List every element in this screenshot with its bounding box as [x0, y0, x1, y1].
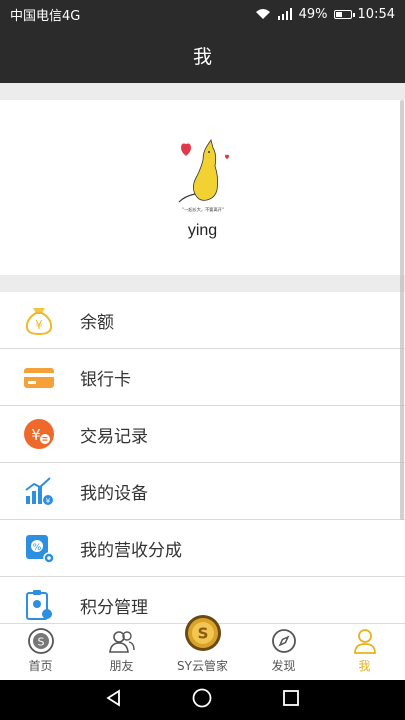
- back-icon[interactable]: [104, 688, 124, 712]
- sy-coin-icon: S: [184, 615, 221, 651]
- tab-bar: S 首页 朋友 S SY云管家 发现 我: [0, 615, 405, 680]
- home-circle-icon[interactable]: [191, 687, 213, 713]
- svg-text:%: %: [33, 543, 42, 553]
- avatar[interactable]: "一起长大，不要离开": [171, 138, 235, 216]
- menu-item-balance[interactable]: ¥ 余额: [0, 292, 405, 349]
- money-bag-icon: ¥: [22, 303, 56, 337]
- signal-icon: [277, 8, 293, 20]
- status-icons: 49% 10:54: [255, 7, 395, 22]
- svg-text:S: S: [197, 625, 208, 643]
- menu-item-bank-card[interactable]: 银行卡: [0, 349, 405, 406]
- tab-me[interactable]: 我: [324, 624, 405, 680]
- menu-item-label: 我的营收分成: [80, 540, 182, 561]
- system-nav-bar: [0, 680, 405, 720]
- separator: [0, 275, 405, 292]
- friends-icon: [108, 627, 136, 655]
- profile-icon: [351, 627, 379, 655]
- svg-text:¥: ¥: [35, 318, 43, 332]
- svg-text:S: S: [37, 636, 44, 649]
- menu-item-label: 余额: [80, 312, 114, 333]
- page-header: 我: [0, 28, 405, 83]
- tab-discover[interactable]: 发现: [243, 624, 324, 680]
- clock: 10:54: [357, 6, 395, 22]
- scrollbar[interactable]: [400, 100, 404, 520]
- menu-item-label: 交易记录: [80, 426, 148, 447]
- menu-item-transactions[interactable]: ¥ 交易记录: [0, 406, 405, 463]
- username: ying: [187, 222, 218, 239]
- transaction-record-icon: ¥: [22, 417, 56, 451]
- tab-label: SY云管家: [177, 659, 228, 673]
- profile-card[interactable]: "一起长大，不要离开" ying: [0, 100, 405, 275]
- revenue-share-icon: %: [22, 531, 56, 565]
- battery-percent: 49%: [298, 6, 328, 22]
- svg-text:¥: ¥: [31, 426, 41, 444]
- status-bar: 中国电信4G 49% 10:54: [0, 0, 405, 28]
- compass-icon: [270, 627, 298, 655]
- home-s-icon: S: [27, 627, 55, 655]
- wifi-icon: [255, 8, 271, 20]
- tab-label: 朋友: [109, 659, 134, 673]
- tab-sy-cloud[interactable]: S SY云管家: [162, 615, 243, 680]
- menu-item-revenue-share[interactable]: % 我的营收分成: [0, 520, 405, 577]
- tab-label: 首页: [28, 659, 53, 673]
- menu-item-label: 我的设备: [80, 483, 148, 504]
- tab-friends[interactable]: 朋友: [81, 624, 162, 680]
- menu-list: ¥ 余额 银行卡 ¥ 交易记录 ¥ 我的设备 % 我的营收分成 积分管理: [0, 292, 405, 623]
- tab-home[interactable]: S 首页: [0, 624, 81, 680]
- menu-item-label: 积分管理: [80, 597, 148, 618]
- separator: [0, 83, 405, 100]
- menu-item-my-devices[interactable]: ¥ 我的设备: [0, 463, 405, 520]
- page-title: 我: [192, 46, 212, 68]
- carrier-label: 中国电信4G: [10, 8, 81, 24]
- avatar-caption: "一起长大，不要离开": [182, 206, 224, 213]
- device-chart-icon: ¥: [22, 474, 56, 508]
- menu-item-label: 银行卡: [80, 369, 131, 390]
- points-icon: [22, 588, 56, 622]
- svg-text:¥: ¥: [46, 497, 51, 505]
- tab-label: 我: [358, 659, 371, 673]
- bank-card-icon: [22, 360, 56, 394]
- recents-square-icon[interactable]: [281, 688, 301, 712]
- tab-label: 发现: [271, 659, 296, 673]
- battery-icon: [333, 9, 355, 19]
